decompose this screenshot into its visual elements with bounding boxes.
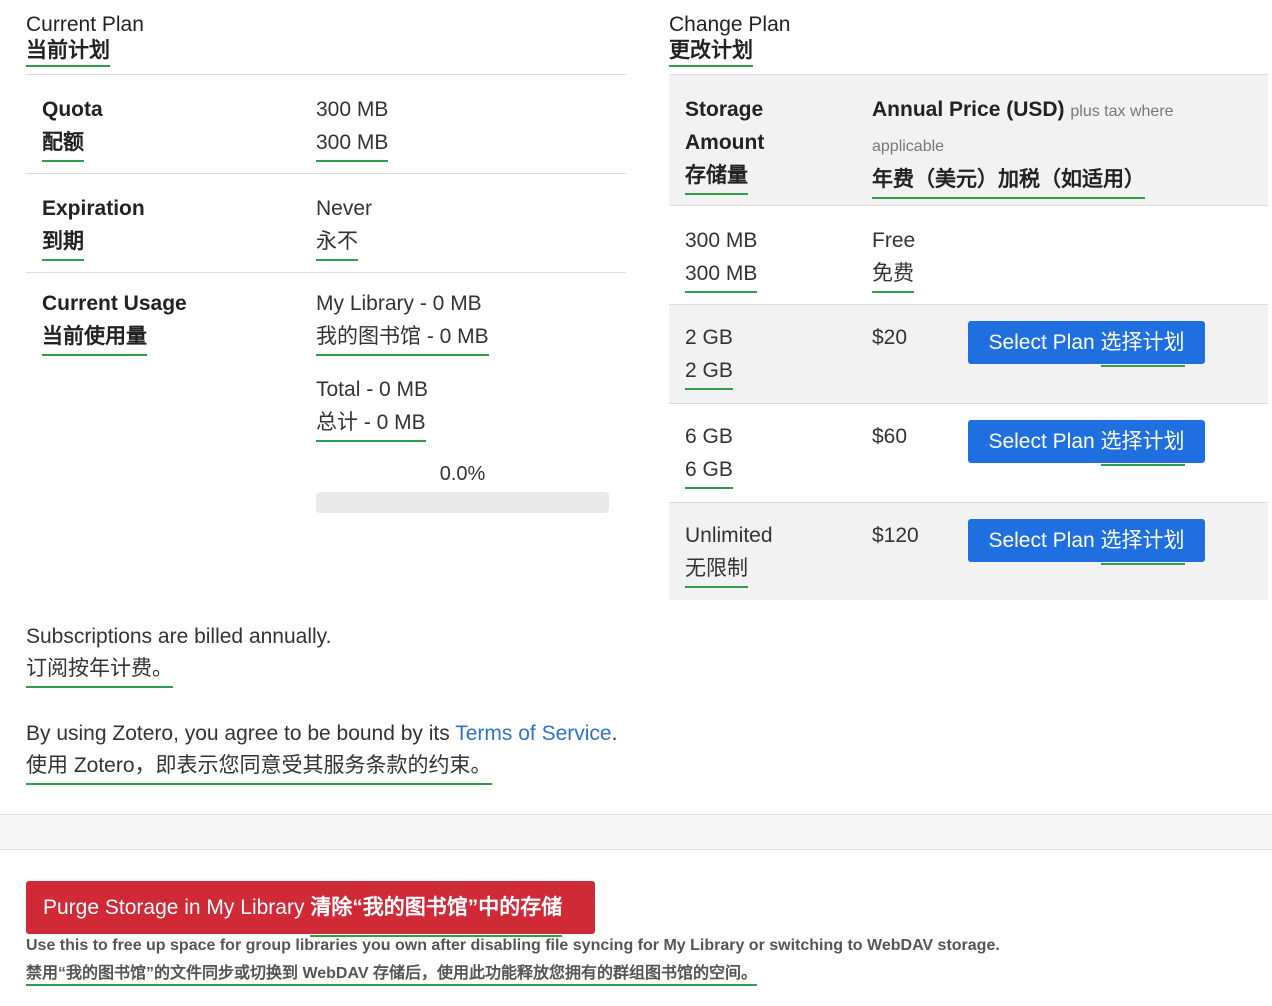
expiration-value: Never 永不 (316, 192, 372, 261)
storage-amount-header: Storage Amount 存储量 (685, 93, 835, 195)
plans-table: Storage Amount 存储量 Annual Price (USD) pl… (669, 74, 1268, 600)
expiration-row: Expiration 到期 Never 永不 (26, 173, 626, 272)
current-plan-title-zh: 当前计划 (26, 38, 110, 67)
select-plan-button-unlimited[interactable]: Select Plan 选择计划 (968, 519, 1205, 565)
plan-storage: 300 MB 300 MB (685, 224, 758, 293)
terms-of-service-link[interactable]: Terms of Service (455, 722, 611, 745)
plan-row-unlimited: Unlimited 无限制 $120 Select Plan 选择计划 (669, 502, 1268, 600)
select-plan-button-6gb[interactable]: Select Plan 选择计划 (968, 420, 1205, 466)
purge-help-text: Use this to free up space for group libr… (26, 937, 1000, 986)
quota-label: Quota 配额 (42, 93, 103, 162)
plan-row-300mb: 300 MB 300 MB Free 免费 (669, 205, 1268, 304)
plans-table-header: Storage Amount 存储量 Annual Price (USD) pl… (669, 74, 1268, 205)
plan-row-2gb: 2 GB 2 GB $20 Select Plan 选择计划 (669, 304, 1268, 403)
plan-storage: Unlimited 无限制 (685, 519, 773, 588)
plan-price: $120 (872, 524, 919, 547)
change-plan-title: Change Plan 更改计划 (669, 12, 790, 67)
expiration-label: Expiration 到期 (42, 192, 145, 261)
plan-price: $20 (872, 326, 908, 349)
purge-storage-button[interactable]: Purge Storage in My Library 清除“我的图书馆”中的存… (26, 881, 595, 937)
usage-progress-bar (316, 492, 609, 513)
usage-label: Current Usage 当前使用量 (42, 287, 187, 356)
usage-progress: 0.0% (316, 463, 609, 513)
usage-library: My Library - 0 MB 我的图书馆 - 0 MB (316, 287, 489, 356)
plan-price: $60 (872, 425, 908, 448)
section-divider (0, 814, 1272, 850)
current-plan-table: Quota 配额 300 MB 300 MB Expiration 到期 Nev… (26, 74, 626, 533)
usage-percent-text: 0.0% (439, 463, 486, 485)
billing-note: Subscriptions are billed annually. 订阅按年计… (26, 621, 331, 688)
plan-storage: 2 GB 2 GB (685, 321, 733, 390)
current-plan-title: Current Plan 当前计划 (26, 12, 144, 67)
terms-note: By using Zotero, you agree to be bound b… (26, 718, 617, 785)
select-plan-button-2gb[interactable]: Select Plan 选择计划 (968, 321, 1205, 367)
usage-row: Current Usage 当前使用量 My Library - 0 MB 我的… (26, 272, 626, 533)
usage-total: Total - 0 MB 总计 - 0 MB (316, 373, 428, 442)
change-plan-title-zh: 更改计划 (669, 38, 753, 67)
annual-price-header: Annual Price (USD) plus tax where applic… (872, 93, 1192, 199)
quota-value: 300 MB 300 MB (316, 93, 389, 162)
plan-price: Free 免费 (872, 224, 915, 293)
quota-row: Quota 配额 300 MB 300 MB (26, 74, 626, 173)
plan-row-6gb: 6 GB 6 GB $60 Select Plan 选择计划 (669, 403, 1268, 502)
plan-storage: 6 GB 6 GB (685, 420, 733, 489)
